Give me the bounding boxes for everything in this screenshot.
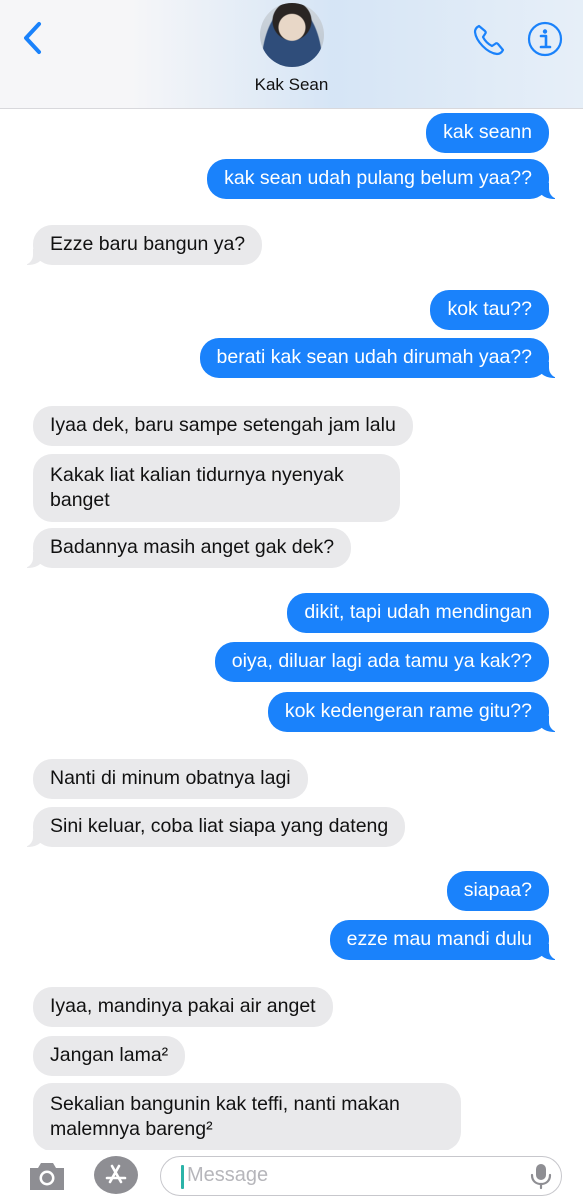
outgoing-message[interactable]: berati kak sean udah dirumah yaa?? bbox=[199, 338, 564, 378]
app-store-icon bbox=[105, 1164, 127, 1184]
incoming-message[interactable]: Nanti di minum obatnya lagi bbox=[33, 759, 308, 799]
contact-name[interactable]: Kak Sean bbox=[0, 75, 583, 95]
incoming-message[interactable]: Badannya masih anget gak dek? bbox=[18, 528, 352, 568]
camera-button[interactable] bbox=[26, 1158, 68, 1194]
outgoing-message[interactable]: dikit, tapi udah mendingan bbox=[287, 593, 549, 633]
contact-avatar[interactable] bbox=[260, 3, 324, 67]
message-list[interactable]: kak seann kak sean udah pulang belum yaa… bbox=[0, 108, 583, 1150]
composer-bar bbox=[0, 1150, 583, 1200]
incoming-message[interactable]: Kakak liat kalian tidurnya nyenyak bange… bbox=[33, 454, 400, 522]
incoming-message[interactable]: Sekalian bangunin kak teffi, nanti makan… bbox=[33, 1083, 461, 1150]
incoming-message[interactable]: Sini keluar, coba liat siapa yang dateng bbox=[18, 807, 406, 847]
outgoing-message[interactable]: kok tau?? bbox=[430, 290, 549, 330]
dictation-button[interactable] bbox=[527, 1162, 555, 1190]
message-field[interactable] bbox=[160, 1156, 562, 1196]
info-button[interactable] bbox=[526, 20, 564, 58]
incoming-message[interactable]: Iyaa, mandinya pakai air anget bbox=[33, 987, 333, 1027]
text-cursor bbox=[181, 1165, 184, 1189]
outgoing-message[interactable]: siapaa? bbox=[446, 871, 549, 911]
incoming-message[interactable]: Ezze baru bangun ya? bbox=[18, 225, 263, 265]
message-input[interactable] bbox=[187, 1157, 517, 1194]
incoming-message[interactable]: Iyaa dek, baru sampe setengah jam lalu bbox=[33, 406, 413, 446]
microphone-icon bbox=[530, 1164, 552, 1190]
chevron-left-icon bbox=[24, 22, 41, 54]
phone-icon bbox=[473, 24, 505, 56]
outgoing-message[interactable]: kok kedengeran rame gitu?? bbox=[267, 692, 564, 732]
app-store-button[interactable] bbox=[94, 1156, 138, 1194]
conversation-header: Kak Sean bbox=[0, 0, 583, 109]
call-button[interactable] bbox=[469, 20, 509, 60]
outgoing-message[interactable]: ezze mau mandi dulu bbox=[329, 920, 564, 960]
info-icon bbox=[527, 21, 563, 57]
camera-icon bbox=[30, 1163, 64, 1190]
incoming-message[interactable]: Jangan lama² bbox=[33, 1036, 186, 1076]
outgoing-message[interactable]: kak sean udah pulang belum yaa?? bbox=[207, 159, 563, 199]
outgoing-message[interactable]: oiya, diluar lagi ada tamu ya kak?? bbox=[214, 642, 549, 682]
outgoing-message[interactable]: kak seann bbox=[426, 113, 549, 153]
back-button[interactable] bbox=[14, 18, 50, 58]
